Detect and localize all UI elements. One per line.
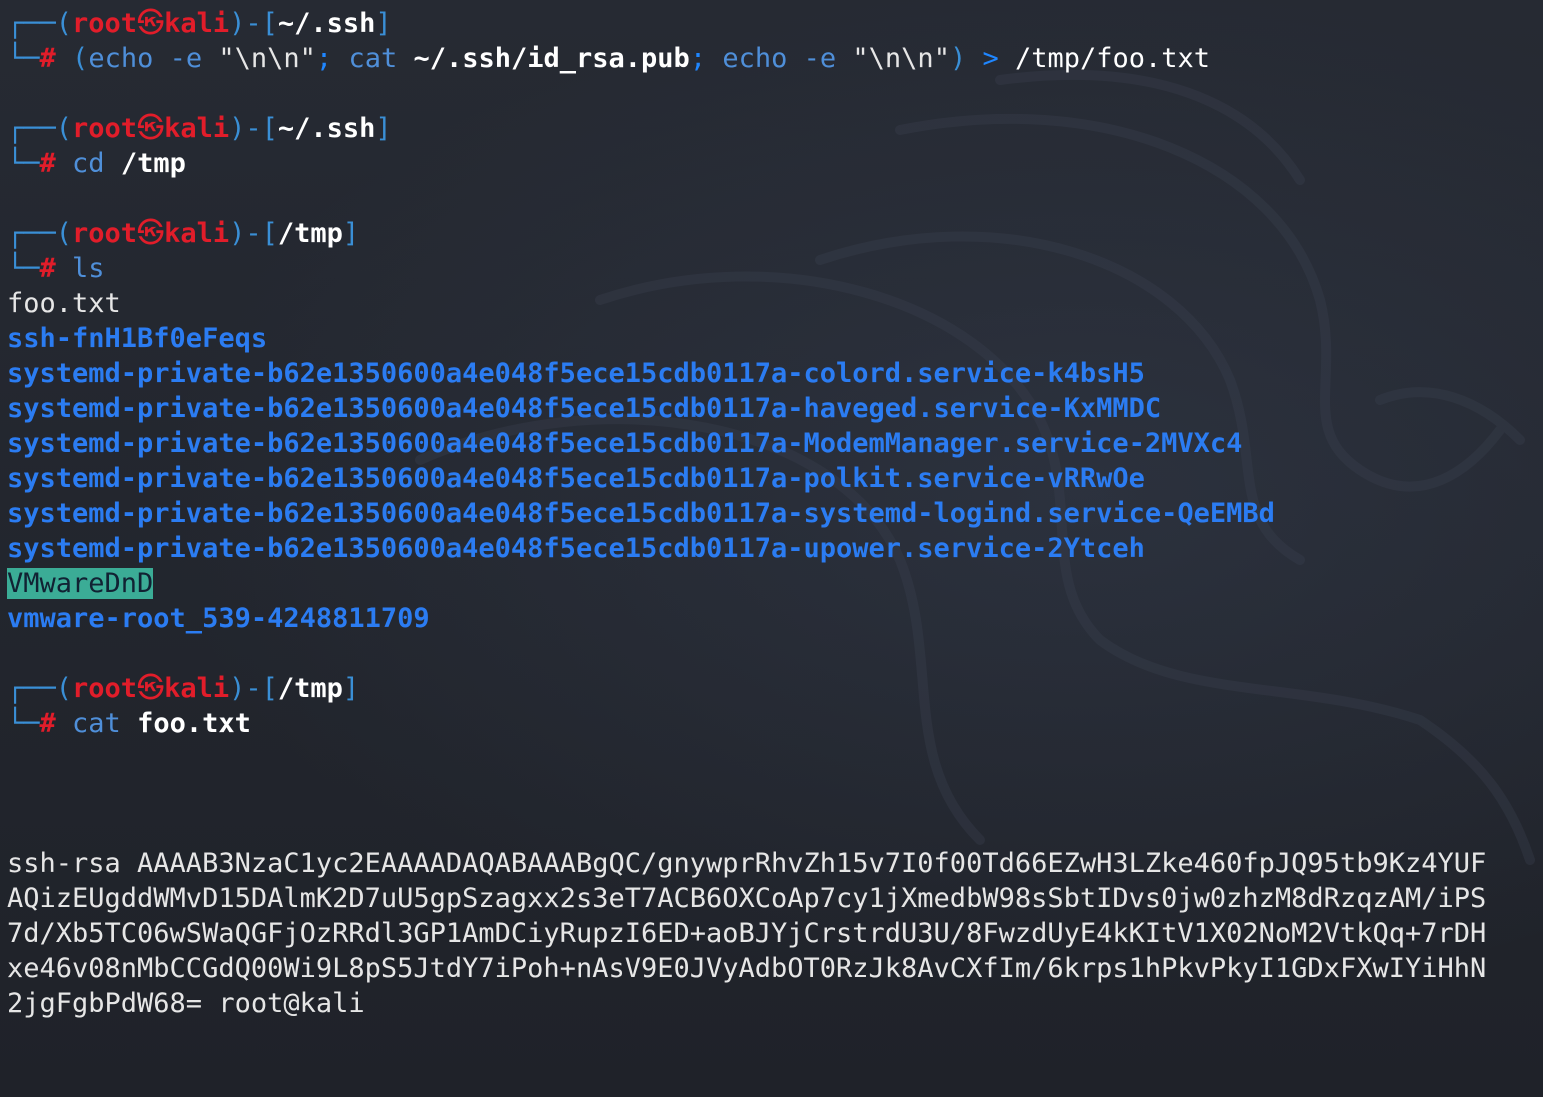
skull-icon: ㉿ [137,113,165,144]
output-line: AQizEUgddWMvD15DAlmK2D7uU5gpSzagxx2s3eT7… [7,883,1487,914]
output-line: 2jgFgbPdW68= root@kali [7,988,365,1019]
prompt-host: kali [164,113,230,144]
prompt-header: ┌──(root㉿kali)-[~/.ssh] [7,8,392,39]
root-hash-symbol: # [39,253,56,284]
list-item: VMwareDnD [7,566,154,601]
list-item: systemd-private-b62e1350600a4e048f5ece15… [7,463,1145,494]
root-hash-symbol: # [39,148,56,179]
output-line: 7d/Xb5TC06wSWaQGFjOzRRdl3GP1AmDCiyRupzI6… [7,918,1487,949]
list-item: systemd-private-b62e1350600a4e048f5ece15… [7,358,1145,389]
prompt-user: root [72,113,138,144]
root-hash-symbol: # [39,43,56,74]
command-arg: foo.txt [137,708,251,739]
command-arg: /tmp [120,148,186,179]
root-hash-symbol: # [39,708,56,739]
skull-icon: ㉿ [137,673,165,704]
prompt-dir: ~/.ssh [277,113,376,144]
list-item: foo.txt [7,288,121,319]
list-item: systemd-private-b62e1350600a4e048f5ece15… [7,428,1243,459]
prompt-host: kali [164,8,230,39]
prompt-header: ┌──(root㉿kali)-[/tmp] [7,673,360,704]
command-line[interactable]: └─# cat foo.txt [7,706,251,741]
prompt-dir: /tmp [277,218,343,249]
command-line[interactable]: └─# cd /tmp [7,146,186,181]
list-item: systemd-private-b62e1350600a4e048f5ece15… [7,498,1275,529]
prompt-user: root [72,218,138,249]
command-name: ls [72,253,105,284]
prompt-dir: /tmp [277,673,343,704]
skull-icon: ㉿ [137,8,165,39]
command-line[interactable]: └─# (echo -e "\n\n"; cat ~/.ssh/id_rsa.p… [7,41,1210,76]
prompt-user: root [72,8,138,39]
list-item: systemd-private-b62e1350600a4e048f5ece15… [7,393,1162,424]
prompt-header: ┌──(root㉿kali)-[~/.ssh] [7,113,392,144]
output-line: xe46v08nMbCCGdQ00Wi9L8pS5JtdY7iPoh+nAsV9… [7,953,1487,984]
command-name: cat [72,708,121,739]
prompt-host: kali [164,218,230,249]
command-name: cd [72,148,105,179]
command-line[interactable]: └─# ls [7,251,105,286]
prompt-header: ┌──(root㉿kali)-[/tmp] [7,218,360,249]
list-item: vmware-root_539-4248811709 [7,603,430,634]
sticky-dir-name: VMwareDnD [7,568,154,599]
prompt-user: root [72,673,138,704]
output-line: ssh-rsa AAAAB3NzaC1yc2EAAAADAQABAAABgQC/… [7,848,1487,879]
skull-icon: ㉿ [137,218,165,249]
prompt-host: kali [164,673,230,704]
list-item: ssh-fnH1Bf0eFeqs [7,323,268,354]
prompt-dir: ~/.ssh [277,8,376,39]
terminal-window[interactable]: ┌──(root㉿kali)-[~/.ssh] └─# (echo -e "\n… [0,0,1543,1097]
list-item: systemd-private-b62e1350600a4e048f5ece15… [7,533,1145,564]
